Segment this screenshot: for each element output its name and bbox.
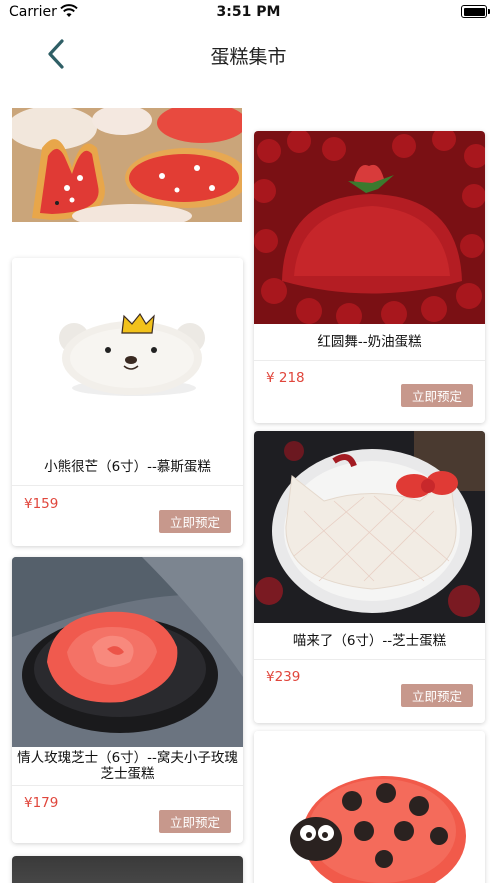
product-name: 红圆舞--奶油蛋糕: [317, 334, 422, 350]
divider: [12, 485, 243, 486]
divider: [254, 659, 485, 660]
product-image: [12, 856, 243, 883]
product-price: ¥ 218: [266, 370, 305, 386]
product-image: [254, 731, 485, 883]
product-image: [254, 431, 485, 623]
product-price: ¥159: [24, 496, 59, 512]
product-card-valentine-rose[interactable]: 情人玫瑰芝士（6寸）--窝夫小子玫瑰芝士蛋糕 ¥179 立即预定: [12, 557, 243, 843]
reserve-button[interactable]: 立即预定: [401, 684, 473, 707]
product-card-partial[interactable]: [12, 856, 243, 883]
divider: [12, 785, 243, 786]
navigation-bar: 蛋糕集市: [0, 26, 497, 82]
product-card-red-round-dance[interactable]: 红圆舞--奶油蛋糕 ¥ 218 立即预定: [254, 131, 485, 423]
product-name: 情人玫瑰芝士（6寸）--窝夫小子玫瑰芝士蛋糕: [17, 750, 238, 782]
product-image: [12, 557, 243, 747]
product-image: [12, 258, 243, 448]
product-image: [254, 131, 485, 324]
product-card-bear-mango[interactable]: 小熊很芒（6寸）--慕斯蛋糕 ¥159 立即预定: [12, 258, 243, 546]
status-time: 3:51 PM: [216, 4, 281, 20]
reserve-button[interactable]: 立即预定: [401, 384, 473, 407]
reserve-button[interactable]: 立即预定: [159, 510, 231, 533]
product-card-ladybug[interactable]: [254, 731, 485, 883]
reserve-button[interactable]: 立即预定: [159, 810, 231, 833]
product-card-meow[interactable]: 喵来了（6寸）--芝士蛋糕 ¥239 立即预定: [254, 431, 485, 723]
product-price: ¥179: [24, 795, 59, 811]
battery-icon: [461, 5, 490, 18]
status-bar: Carrier 3:51 PM: [0, 0, 497, 26]
product-name: 小熊很芒（6寸）--慕斯蛋糕: [44, 459, 211, 475]
product-price: ¥239: [266, 669, 301, 685]
banner-image[interactable]: [12, 108, 242, 222]
page-title: 蛋糕集市: [210, 46, 287, 68]
product-name: 喵来了（6寸）--芝士蛋糕: [292, 633, 447, 649]
divider: [254, 360, 485, 361]
